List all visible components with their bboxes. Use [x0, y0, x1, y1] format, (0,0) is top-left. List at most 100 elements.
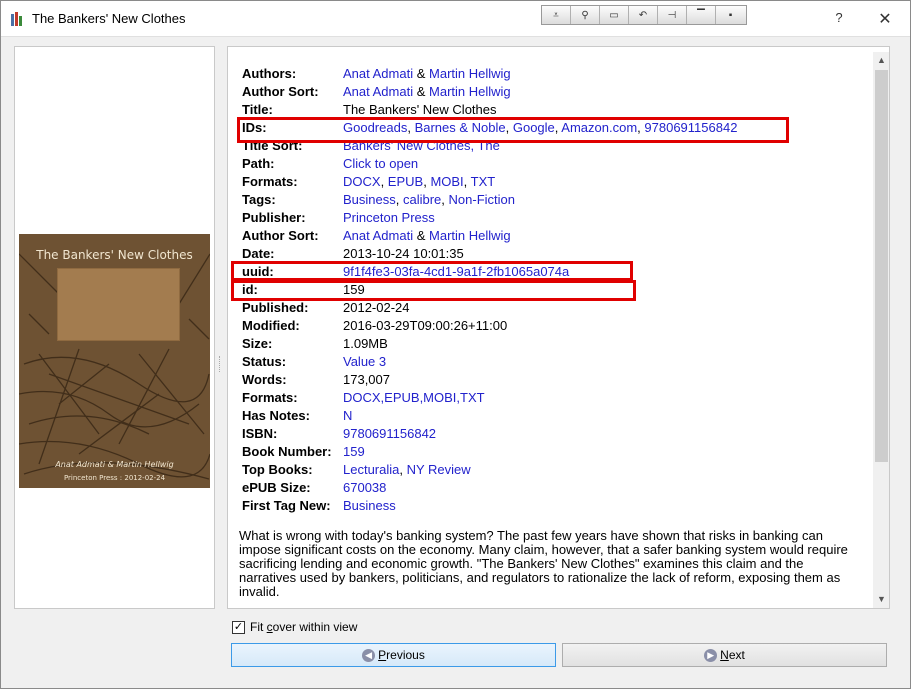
metadata-link[interactable]: Martin Hellwig [429, 228, 511, 243]
metadata-value: Business [343, 498, 396, 513]
metadata-value: The Bankers' New Clothes [343, 102, 497, 117]
metadata-link[interactable]: Lecturalia [343, 462, 399, 477]
metadata-link[interactable]: NY Review [407, 462, 471, 477]
metadata-label: IDs: [242, 120, 267, 135]
minimize-to-tray-icon[interactable]: ⩡ [542, 6, 571, 24]
metadata-link[interactable]: 670038 [343, 480, 386, 495]
pin-icon[interactable]: ⚲ [571, 6, 600, 24]
metadata-label: Author Sort: [242, 84, 319, 99]
metadata-label: Modified: [242, 318, 300, 333]
metadata-link[interactable]: EPUB [388, 174, 423, 189]
metadata-value: Goodreads, Barnes & Noble, Google, Amazo… [343, 120, 737, 135]
book-comments-overflow [239, 606, 864, 608]
metadata-label: Title Sort: [242, 138, 303, 153]
metadata-link[interactable]: MOBI [430, 174, 463, 189]
metadata-link[interactable]: Princeton Press [343, 210, 435, 225]
metadata-link[interactable]: TXT [471, 174, 496, 189]
metadata-link[interactable]: Goodreads [343, 120, 407, 135]
metadata-label: Tags: [242, 192, 276, 207]
panel-splitter-handle[interactable] [219, 356, 222, 372]
metadata-text: 159 [343, 282, 365, 297]
metadata-text: & [413, 84, 430, 99]
metadata-link[interactable]: 9f1f4fe3-03fa-4cd1-9a1f-2fb1065a074a [343, 264, 569, 279]
metadata-link[interactable]: Value 3 [343, 354, 386, 369]
metadata-link[interactable]: DOCX,EPUB,MOBI,TXT [343, 390, 485, 405]
pushpin-icon[interactable]: ⊣ [658, 6, 687, 24]
undo-icon[interactable]: ↶ [629, 6, 658, 24]
metadata-text: 2016-03-29T09:00:26+11:00 [343, 318, 508, 333]
metadata-text: 2012-02-24 [343, 300, 410, 315]
metadata-value: 9780691156842 [343, 426, 436, 441]
metadata-text: 2013-10-24 10:01:35 [343, 246, 464, 261]
minimize-icon[interactable]: ▪ [716, 6, 745, 24]
metadata-value: Bankers' New Clothes, The [343, 138, 500, 153]
previous-button[interactable]: ◀ Previous [231, 643, 556, 667]
metadata-link[interactable]: calibre [403, 192, 441, 207]
rollup-icon[interactable]: ▔ [687, 6, 716, 24]
book-details-window: The Bankers' New Clothes ⩡ ⚲ ▭ ↶ ⊣ ▔ ▪ ?… [0, 0, 911, 689]
title-bar[interactable]: The Bankers' New Clothes ⩡ ⚲ ▭ ↶ ⊣ ▔ ▪ ?… [1, 1, 910, 37]
metadata-link[interactable]: 9780691156842 [644, 120, 737, 135]
metadata-link[interactable]: Click to open [343, 156, 418, 171]
book-details-panel[interactable]: Authors: Anat Admati & Martin Hellwig Auth… [227, 46, 890, 609]
metadata-link[interactable]: Non-Fiction [449, 192, 515, 207]
details-scrollbar[interactable]: ▲ ▼ [873, 52, 889, 608]
metadata-value: 173,007 [343, 372, 390, 387]
metadata-link[interactable]: Business [343, 192, 396, 207]
metadata-link[interactable]: N [343, 408, 352, 423]
highlight-id [231, 280, 636, 301]
metadata-label: uuid: [242, 264, 274, 279]
fit-cover-label: Fit cover within view [250, 620, 358, 634]
metadata-value: Anat Admati & Martin Hellwig [343, 228, 511, 243]
scroll-down-icon[interactable]: ▼ [873, 591, 889, 608]
arrow-left-icon: ◀ [362, 648, 376, 662]
metadata-label: Author Sort: [242, 228, 319, 243]
metadata-value: 9f1f4fe3-03fa-4cd1-9a1f-2fb1065a074a [343, 264, 569, 279]
metadata-value: 670038 [343, 480, 386, 495]
metadata-link[interactable]: Anat Admati [343, 228, 413, 243]
metadata-link[interactable]: Barnes & Noble [415, 120, 506, 135]
metadata-label: ISBN: [242, 426, 278, 441]
metadata-value: DOCX, EPUB, MOBI, TXT [343, 174, 495, 189]
metadata-link[interactable]: Martin Hellwig [429, 84, 511, 99]
metadata-link[interactable]: Anat Admati [343, 84, 413, 99]
metadata-link[interactable]: Google [513, 120, 555, 135]
metadata-text: , [395, 192, 403, 207]
metadata-label: Date: [242, 246, 275, 261]
metadata-label: Publisher: [242, 210, 306, 225]
next-button[interactable]: ▶ Next [562, 643, 887, 667]
close-button[interactable]: ✕ [873, 9, 897, 29]
metadata-value: 2012-02-24 [343, 300, 410, 315]
metadata-label: Words: [242, 372, 287, 387]
previous-label: Previous [378, 648, 425, 662]
metadata-text: , [380, 174, 388, 189]
metadata-link[interactable]: Bankers' New Clothes, The [343, 138, 500, 153]
metadata-link[interactable]: 159 [343, 444, 365, 459]
metadata-link[interactable]: Amazon.com [561, 120, 637, 135]
metadata-link[interactable]: Anat Admati [343, 66, 413, 81]
book-comments: What is wrong with today's banking syste… [239, 528, 848, 599]
cover-panel[interactable]: The Bankers' New Clothes Anat Admati & M… [14, 46, 215, 609]
metadata-label: id: [242, 282, 258, 297]
scroll-up-icon[interactable]: ▲ [873, 52, 889, 69]
metadata-text: 1.09MB [343, 336, 388, 351]
metadata-link[interactable]: Martin Hellwig [429, 66, 511, 81]
metadata-label: Formats: [242, 174, 298, 189]
scrollbar-thumb[interactable] [875, 70, 888, 462]
fit-cover-checkbox[interactable]: ✓ [232, 621, 245, 634]
metadata-label: Size: [242, 336, 273, 351]
metadata-link[interactable]: DOCX [343, 174, 381, 189]
metadata-value: Anat Admati & Martin Hellwig [343, 66, 511, 81]
metadata-link[interactable]: Business [343, 498, 396, 513]
metadata-label: Published: [242, 300, 309, 315]
metadata-label: Status: [242, 354, 287, 369]
restore-window-icon[interactable]: ▭ [600, 6, 629, 24]
book-cover-image[interactable]: The Bankers' New Clothes Anat Admati & M… [19, 234, 210, 488]
metadata-value: 1.09MB [343, 336, 388, 351]
metadata-label: Authors: [242, 66, 297, 81]
help-button[interactable]: ? [827, 10, 851, 28]
metadata-link[interactable]: 9780691156842 [343, 426, 436, 441]
metadata-text: & [413, 228, 430, 243]
metadata-value: 159 [343, 282, 365, 297]
metadata-value: 159 [343, 444, 365, 459]
